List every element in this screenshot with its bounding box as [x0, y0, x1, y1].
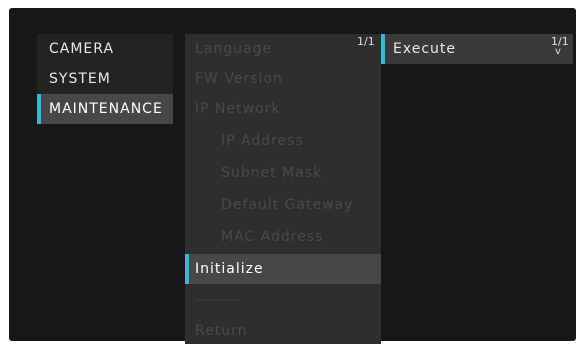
- initialize-menu: Execute 1/1 v: [381, 34, 573, 64]
- maintenance-item-initialize[interactable]: Initialize: [185, 254, 381, 284]
- main-menu-item-system[interactable]: SYSTEM: [37, 64, 173, 94]
- selection-marker: [37, 94, 41, 124]
- maintenance-item-label: Language: [195, 41, 273, 57]
- maintenance-item-label: FW Version: [195, 71, 283, 87]
- main-menu-item-label: SYSTEM: [49, 71, 111, 87]
- maintenance-item-fw-version[interactable]: FW Version: [185, 64, 381, 94]
- main-menu-item-label: MAINTENANCE: [49, 101, 163, 117]
- maintenance-item-label: MAC Address: [221, 229, 324, 245]
- main-menu-item-camera[interactable]: CAMERA: [37, 34, 173, 64]
- maintenance-item-default-gateway[interactable]: Default Gateway: [185, 190, 381, 220]
- initialize-item-label: Execute: [393, 41, 456, 57]
- selection-marker: [381, 34, 385, 64]
- maintenance-item-ip-network[interactable]: IP Network: [185, 94, 381, 124]
- maintenance-item-label: Subnet Mask: [221, 165, 323, 181]
- selection-marker: [185, 254, 189, 284]
- maintenance-item-mac-address[interactable]: MAC Address: [185, 222, 381, 252]
- chevron-down-icon: v: [555, 46, 561, 57]
- initialize-item-execute[interactable]: Execute: [381, 34, 573, 64]
- main-menu-item-maintenance[interactable]: MAINTENANCE: [37, 94, 173, 124]
- osd-screen: CAMERA SYSTEM MAINTENANCE 1/1 Language F…: [9, 8, 576, 344]
- maintenance-separator: ------------: [185, 286, 381, 316]
- main-menu: CAMERA SYSTEM MAINTENANCE: [37, 34, 173, 124]
- maintenance-item-label: Return: [195, 323, 248, 339]
- maintenance-item-label: IP Address: [221, 133, 304, 149]
- maintenance-item-label: IP Network: [195, 101, 281, 117]
- separator-label: ------------: [195, 295, 239, 306]
- maintenance-item-ip-address[interactable]: IP Address: [185, 126, 381, 156]
- maintenance-item-language[interactable]: Language: [185, 34, 381, 64]
- main-menu-item-label: CAMERA: [49, 41, 115, 57]
- maintenance-menu: 1/1 Language FW Version IP Network IP Ad…: [185, 34, 381, 344]
- maintenance-item-subnet-mask[interactable]: Subnet Mask: [185, 158, 381, 188]
- maintenance-item-label: Default Gateway: [221, 197, 354, 213]
- maintenance-item-return[interactable]: Return: [185, 316, 381, 346]
- maintenance-item-label: Initialize: [195, 261, 264, 277]
